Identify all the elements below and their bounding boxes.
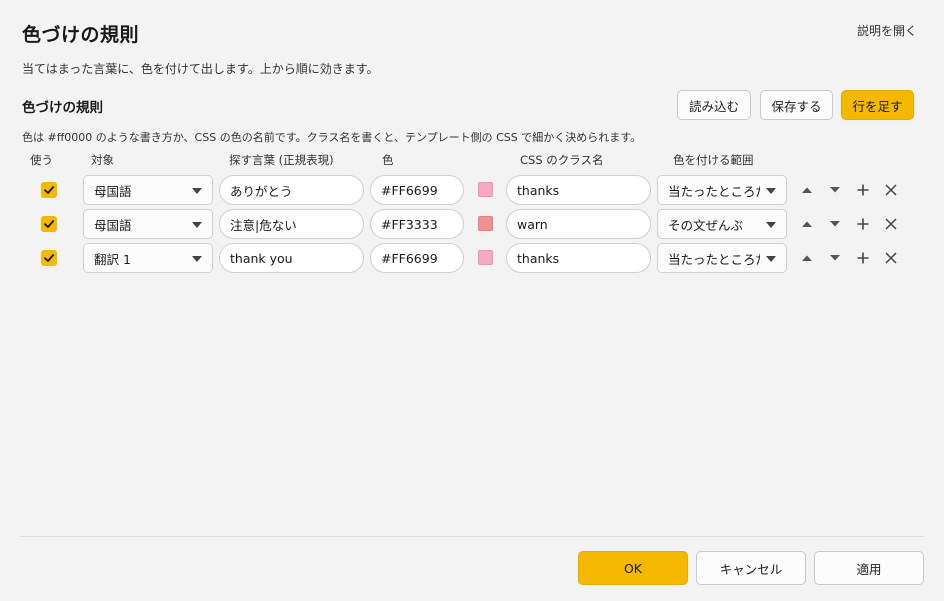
- cancel-button[interactable]: キャンセル: [696, 551, 806, 585]
- save-button[interactable]: 保存する: [760, 90, 833, 120]
- target-select[interactable]: 翻訳 1: [83, 243, 213, 273]
- css-class-input[interactable]: thanks: [506, 243, 651, 273]
- plus-icon: [857, 184, 869, 196]
- dialog-title: 色づけの規則: [22, 24, 140, 46]
- color-swatch[interactable]: [478, 182, 493, 197]
- target-select-value: 母国語: [94, 183, 132, 199]
- scope-select[interactable]: 当たったところだけ: [657, 243, 787, 273]
- delete-row-button[interactable]: [880, 213, 902, 235]
- footer-divider: [20, 536, 924, 537]
- arrow-down-icon: [830, 187, 840, 193]
- rule-row: 母国語 ありがとう #FF6699 thanks 当たったところだけ: [0, 175, 944, 205]
- arrow-up-icon: [802, 255, 812, 261]
- column-header-target: 対象: [91, 153, 114, 167]
- color-swatch[interactable]: [478, 216, 493, 231]
- close-icon: [885, 218, 897, 230]
- help-link[interactable]: 説明を開く: [857, 22, 917, 39]
- move-down-button[interactable]: [824, 179, 846, 201]
- arrow-up-icon: [802, 221, 812, 227]
- scope-select-value: 当たったところだけ: [668, 251, 760, 267]
- css-class-input[interactable]: warn: [506, 209, 651, 239]
- rule-row: 翻訳 1 thank you #FF6699 thanks 当たったところだけ: [0, 243, 944, 273]
- color-input[interactable]: #FF6699: [370, 175, 464, 205]
- column-header-scope: 色を付ける範囲: [673, 153, 754, 167]
- checkmark-icon: [44, 220, 55, 228]
- section-title: 色づけの規則: [22, 100, 103, 116]
- color-swatch[interactable]: [478, 250, 493, 265]
- move-up-button[interactable]: [796, 247, 818, 269]
- color-hint: 色は #ff0000 のような書き方か、CSS の色の名前です。クラス名を書くと…: [22, 131, 642, 144]
- close-icon: [885, 184, 897, 196]
- chevron-down-icon: [766, 222, 776, 228]
- dialog-description: 当てはまった言葉に、色を付けて出します。上から順に効きます。: [22, 62, 379, 76]
- chevron-down-icon: [192, 188, 202, 194]
- insert-row-button[interactable]: [852, 213, 874, 235]
- plus-icon: [857, 252, 869, 264]
- enable-checkbox[interactable]: [41, 182, 57, 198]
- checkmark-icon: [44, 254, 55, 262]
- scope-select-value: その文ぜんぶ: [668, 217, 744, 233]
- arrow-down-icon: [830, 255, 840, 261]
- column-header-use: 使う: [30, 153, 53, 167]
- target-select[interactable]: 母国語: [83, 175, 213, 205]
- target-select[interactable]: 母国語: [83, 209, 213, 239]
- move-up-button[interactable]: [796, 179, 818, 201]
- add-row-button[interactable]: 行を足す: [841, 90, 914, 120]
- delete-row-button[interactable]: [880, 247, 902, 269]
- insert-row-button[interactable]: [852, 179, 874, 201]
- column-header-css-class: CSS のクラス名: [520, 153, 604, 167]
- apply-button[interactable]: 適用: [814, 551, 924, 585]
- pattern-input[interactable]: 注意|危ない: [219, 209, 364, 239]
- checkmark-icon: [44, 186, 55, 194]
- move-up-button[interactable]: [796, 213, 818, 235]
- chevron-down-icon: [192, 256, 202, 262]
- scope-select-value: 当たったところだけ: [668, 183, 760, 199]
- move-down-button[interactable]: [824, 213, 846, 235]
- rule-row: 母国語 注意|危ない #FF3333 warn その文ぜんぶ: [0, 209, 944, 239]
- pattern-input[interactable]: ありがとう: [219, 175, 364, 205]
- color-input[interactable]: #FF3333: [370, 209, 464, 239]
- target-select-value: 翻訳 1: [94, 251, 131, 267]
- arrow-down-icon: [830, 221, 840, 227]
- css-class-input[interactable]: thanks: [506, 175, 651, 205]
- chevron-down-icon: [766, 256, 776, 262]
- load-button[interactable]: 読み込む: [677, 90, 751, 120]
- column-header-color: 色: [382, 153, 394, 167]
- scope-select[interactable]: その文ぜんぶ: [657, 209, 787, 239]
- target-select-value: 母国語: [94, 217, 132, 233]
- color-input[interactable]: #FF6699: [370, 243, 464, 273]
- close-icon: [885, 252, 897, 264]
- move-down-button[interactable]: [824, 247, 846, 269]
- pattern-input[interactable]: thank you: [219, 243, 364, 273]
- insert-row-button[interactable]: [852, 247, 874, 269]
- enable-checkbox[interactable]: [41, 216, 57, 232]
- ok-button[interactable]: OK: [578, 551, 688, 585]
- plus-icon: [857, 218, 869, 230]
- column-header-pattern: 探す言葉 (正規表現): [229, 153, 334, 167]
- delete-row-button[interactable]: [880, 179, 902, 201]
- chevron-down-icon: [192, 222, 202, 228]
- chevron-down-icon: [766, 188, 776, 194]
- enable-checkbox[interactable]: [41, 250, 57, 266]
- scope-select[interactable]: 当たったところだけ: [657, 175, 787, 205]
- arrow-up-icon: [802, 187, 812, 193]
